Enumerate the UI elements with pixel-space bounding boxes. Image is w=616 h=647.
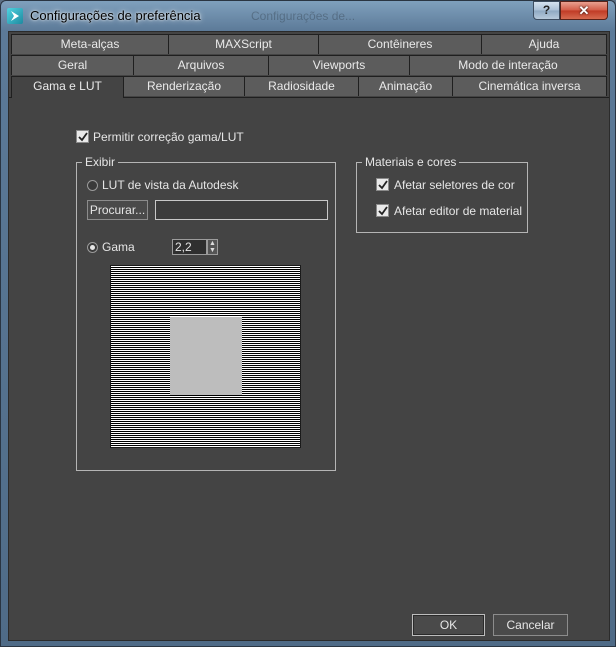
display-group-title: Exibir [82, 155, 119, 169]
checkmark-icon [378, 180, 388, 190]
preferences-dialog: Configurações de preferência Configuraçõ… [0, 0, 616, 647]
materials-group-title: Materiais e cores [362, 155, 460, 169]
tab-radiosidade[interactable]: Radiosidade [244, 76, 359, 96]
gamma-reference-square [170, 317, 242, 395]
gamma-test-pattern [110, 265, 301, 448]
gamma-radio[interactable] [87, 242, 98, 253]
tab-modo-de-interacao[interactable]: Modo de interação [409, 55, 607, 75]
ok-button[interactable]: OK [412, 614, 485, 636]
gamma-spinner[interactable]: ▲ ▼ [207, 239, 218, 255]
checkmark-icon [378, 206, 388, 216]
tab-viewports[interactable]: Viewports [268, 55, 410, 75]
tab-cinematica-inversa[interactable]: Cinemática inversa [452, 76, 607, 96]
tab-gama-e-lut[interactable]: Gama e LUT [11, 76, 124, 98]
gamma-radio-label: Gama [102, 240, 135, 254]
tab-renderizacao[interactable]: Renderização [123, 76, 245, 96]
enable-gamma-label: Permitir correção gama/LUT [93, 130, 244, 144]
tab-geral[interactable]: Geral [11, 55, 134, 75]
affect-material-label: Afetar editor de material [394, 204, 523, 218]
browse-button[interactable]: Procurar... [87, 200, 148, 220]
tab-maxscript[interactable]: MAXScript [168, 34, 319, 54]
tab-meta-alcas[interactable]: Meta-alças [11, 34, 169, 54]
tab-arquivos[interactable]: Arquivos [133, 55, 269, 75]
tab-animacao[interactable]: Animação [358, 76, 453, 96]
dialog-client-area: Meta-alças MAXScript Contêineres Ajuda G… [8, 31, 610, 641]
window-title: Configurações de preferência [30, 8, 201, 23]
app-logo-icon [7, 8, 23, 24]
lut-radio[interactable] [87, 180, 98, 191]
spinner-up-icon[interactable]: ▲ [208, 240, 217, 247]
help-button[interactable]: ? [533, 1, 560, 20]
cancel-button[interactable]: Cancelar [493, 614, 568, 636]
lut-radio-label: LUT de vista da Autodesk [102, 178, 239, 192]
background-window-title: Configurações de... [251, 9, 356, 23]
gamma-value-input[interactable]: 2,2 [172, 239, 207, 255]
close-button[interactable]: ✕ [560, 1, 608, 20]
affect-color-label: Afetar seletores de cor [394, 178, 515, 192]
affect-material-checkbox[interactable] [376, 204, 389, 217]
enable-gamma-checkbox[interactable] [76, 130, 89, 143]
spinner-down-icon[interactable]: ▼ [208, 247, 217, 254]
materials-groupbox: Materiais e cores [356, 155, 528, 233]
checkmark-icon [78, 132, 88, 142]
lut-path-input[interactable] [155, 200, 328, 220]
tab-ajuda[interactable]: Ajuda [481, 34, 607, 54]
title-bar[interactable]: Configurações de preferência Configuraçõ… [1, 1, 615, 31]
tab-conteineres[interactable]: Contêineres [318, 34, 482, 54]
affect-color-checkbox[interactable] [376, 178, 389, 191]
